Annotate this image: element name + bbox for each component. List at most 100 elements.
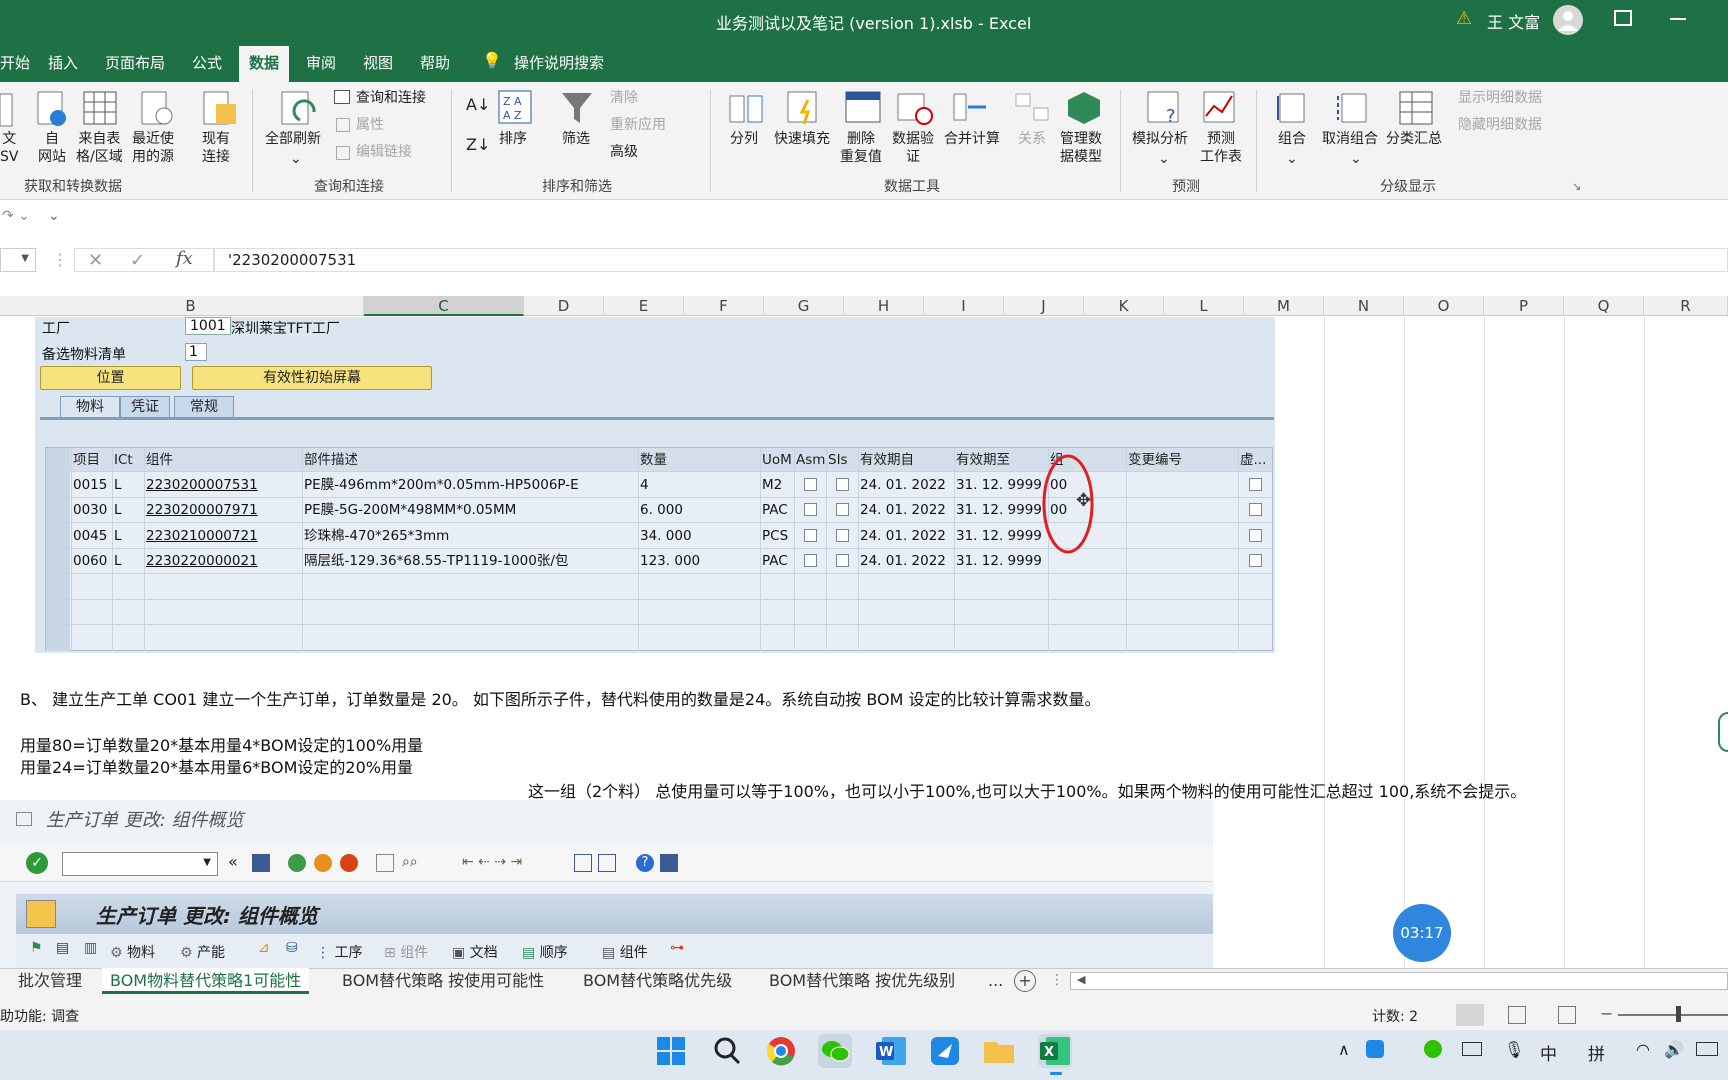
lightbulb-icon[interactable]: 💡 — [482, 51, 502, 70]
refresh-all-button[interactable]: 全部刷新 — [265, 130, 321, 148]
accessibility-status[interactable]: 助功能: 调查 — [0, 1006, 79, 1026]
edit-links-button[interactable]: 编辑链接 — [356, 143, 412, 161]
tray-green-icon[interactable] — [1424, 1040, 1442, 1058]
warning-icon[interactable]: ⚠ — [1456, 8, 1472, 29]
feishu-icon[interactable] — [928, 1034, 962, 1068]
show-detail-button[interactable]: 显示明细数据 — [1458, 89, 1542, 107]
sheet-tab-bom-priority[interactable]: BOM替代策略优先级 — [583, 968, 732, 994]
wifi-icon[interactable]: ◠ — [1636, 1040, 1650, 1059]
text-to-columns-button[interactable]: 分列 — [730, 130, 758, 148]
group-icon[interactable] — [1276, 90, 1312, 126]
col-header-c[interactable]: C — [364, 296, 524, 316]
filter-icon[interactable] — [560, 90, 594, 126]
word-icon[interactable]: W — [874, 1034, 908, 1068]
sheet-tab-bom-priority-level[interactable]: BOM替代策略 按优先级别 — [769, 968, 955, 994]
horizontal-scrollbar[interactable]: ◀ — [1070, 972, 1728, 990]
data-validation-button[interactable]: 数据验 证 — [892, 130, 934, 166]
name-box[interactable]: ▼ — [0, 248, 36, 272]
chevron-up-icon[interactable]: ∧ — [1338, 1040, 1350, 1059]
existing-connections-icon[interactable] — [202, 90, 238, 130]
subtotal-icon[interactable] — [1398, 90, 1434, 126]
data-validation-icon[interactable] — [896, 90, 936, 126]
redo-icon[interactable]: ↷ ⌄ — [2, 208, 30, 224]
cancel-icon[interactable]: ✕ — [88, 250, 103, 271]
col-header-d[interactable]: D — [524, 296, 604, 316]
web-icon[interactable] — [34, 90, 68, 130]
col-header-o[interactable]: O — [1404, 296, 1484, 316]
excel-icon[interactable]: X — [1038, 1034, 1072, 1068]
col-header-h[interactable]: H — [844, 296, 924, 316]
advanced-filter-button[interactable]: 高级 — [610, 143, 638, 161]
ungroup-button[interactable]: 取消组合 — [1322, 130, 1378, 148]
customize-qat-icon[interactable]: ⌄ — [48, 208, 60, 224]
forecast-sheet-icon[interactable] — [1202, 90, 1238, 126]
what-if-icon[interactable]: ? — [1146, 90, 1182, 126]
add-sheet-icon[interactable]: + — [1014, 970, 1036, 992]
sheet-tab-bom-usage[interactable]: BOM替代策略 按使用可能性 — [342, 968, 544, 994]
tab-review[interactable]: 审阅 — [306, 52, 336, 73]
microphone-icon[interactable]: 🎙 — [1504, 1040, 1524, 1059]
forecast-sheet-button[interactable]: 预测 工作表 — [1200, 130, 1242, 166]
battery-icon[interactable] — [1696, 1042, 1718, 1056]
manage-data-model-button[interactable]: 管理数 据模型 — [1060, 130, 1102, 166]
chevron-down-icon[interactable]: ⌄ — [1286, 150, 1298, 168]
remove-duplicates-button[interactable]: 删除 重复值 — [840, 130, 882, 166]
zoom-out-icon[interactable]: − — [1600, 1004, 1613, 1023]
chevron-down-icon[interactable]: ⌄ — [1158, 150, 1170, 168]
tab-formulas[interactable]: 公式 — [192, 52, 222, 73]
fx-icon[interactable]: fx — [176, 248, 193, 269]
enter-icon[interactable]: ✓ — [130, 250, 145, 271]
tab-help[interactable]: 帮助 — [420, 52, 450, 73]
col-header-m[interactable]: M — [1244, 296, 1324, 316]
user-name[interactable]: 王 文富 — [1487, 9, 1540, 33]
col-header-e[interactable]: E — [604, 296, 684, 316]
side-handle[interactable] — [1718, 712, 1728, 752]
queries-connections-button[interactable]: 查询和连接 — [356, 89, 426, 107]
table-icon[interactable] — [82, 90, 118, 130]
existing-connections-button[interactable]: 现有 连接 — [202, 130, 230, 166]
col-header-n[interactable]: N — [1324, 296, 1404, 316]
page-break-view-icon[interactable] — [1558, 1006, 1576, 1024]
chevron-down-icon[interactable]: ⌄ — [1350, 150, 1362, 168]
group-button[interactable]: 组合 — [1278, 130, 1306, 148]
windows-start-icon[interactable] — [654, 1034, 688, 1068]
recent-sources-button[interactable]: 最近使 用的源 — [132, 130, 174, 166]
chevron-down-icon[interactable]: ⌄ — [290, 150, 302, 168]
properties-button[interactable]: 属性 — [356, 116, 384, 134]
ribbon-display-icon[interactable] — [1614, 10, 1632, 26]
col-header-j[interactable]: J — [1004, 296, 1084, 316]
keyboard-icon[interactable] — [1462, 1042, 1482, 1056]
flash-fill-button[interactable]: 快速填充 — [774, 130, 830, 148]
relationships-button[interactable]: 关系 — [1018, 130, 1046, 148]
wechat-icon[interactable] — [818, 1034, 852, 1068]
col-header-b[interactable]: B — [18, 296, 364, 316]
consolidate-button[interactable]: 合并计算 — [944, 130, 1000, 148]
text-to-columns-icon[interactable] — [726, 90, 766, 126]
ime-mode[interactable]: 中 — [1540, 1040, 1557, 1065]
from-table-button[interactable]: 来自表 格/区域 — [76, 130, 123, 166]
tell-me-search[interactable]: 操作说明搜索 — [514, 52, 604, 73]
reapply-button[interactable]: 重新应用 — [610, 116, 666, 134]
avatar[interactable] — [1553, 5, 1583, 35]
page-layout-view-icon[interactable] — [1508, 1006, 1526, 1024]
csv-icon[interactable] — [0, 90, 14, 130]
zoom-thumb[interactable] — [1676, 1006, 1681, 1022]
clear-filter-button[interactable]: 清除 — [610, 89, 638, 107]
col-header-g[interactable]: G — [764, 296, 844, 316]
formula-input[interactable] — [214, 248, 1728, 272]
flash-fill-icon[interactable] — [784, 90, 824, 126]
refresh-all-icon[interactable] — [280, 90, 320, 130]
tab-data[interactable]: 数据 — [239, 46, 290, 82]
col-header-i[interactable]: I — [924, 296, 1004, 316]
tab-view[interactable]: 视图 — [363, 52, 393, 73]
sort-button[interactable]: 排序 — [499, 130, 527, 148]
dialog-launcher-icon[interactable]: ↘ — [1572, 180, 1581, 193]
volume-icon[interactable]: 🔊 — [1664, 1040, 1684, 1059]
tray-app-icon[interactable] — [1366, 1040, 1384, 1058]
tab-home[interactable]: 开始 — [0, 52, 30, 73]
recording-timer[interactable]: 03:17 — [1393, 904, 1451, 962]
folder-icon[interactable] — [982, 1034, 1016, 1068]
sheet-tab-more[interactable]: ... — [988, 968, 1003, 994]
consolidate-icon[interactable] — [952, 90, 992, 126]
sheet-tab-bom-strategy1[interactable]: BOM物料替代策略1可能性 — [102, 968, 310, 994]
